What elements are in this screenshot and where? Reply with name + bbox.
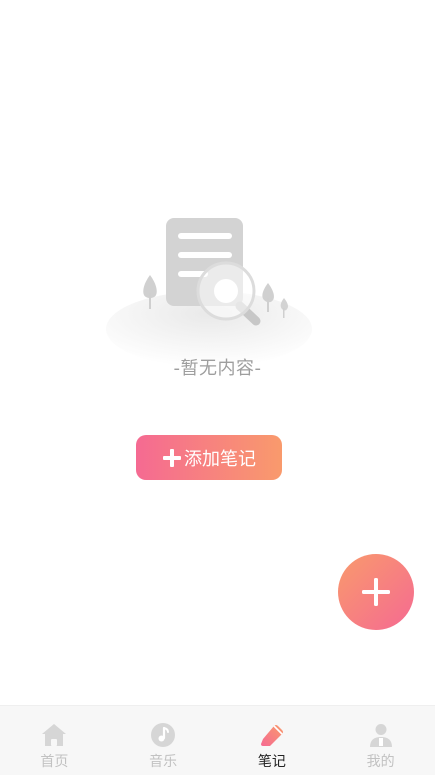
tab-home-label: 首页 (40, 754, 69, 770)
empty-state-text: -暂无内容- (173, 358, 262, 379)
notes-screen: -暂无内容- 添加笔记 首页 音乐 笔记 我的 (0, 0, 435, 775)
add-note-label: 添加笔记 (184, 448, 256, 470)
tab-profile[interactable]: 我的 (326, 706, 435, 775)
bottom-tab-bar: 首页 音乐 笔记 我的 (0, 705, 435, 775)
home-icon (42, 724, 67, 746)
tab-home[interactable]: 首页 (0, 706, 109, 775)
tab-music[interactable]: 音乐 (109, 706, 218, 775)
tab-notes[interactable]: 笔记 (218, 706, 327, 775)
empty-document-search-icon (106, 218, 312, 367)
add-note-button[interactable]: 添加笔记 (136, 435, 282, 480)
floating-add-button[interactable] (338, 554, 414, 630)
plus-icon (163, 448, 181, 467)
tab-notes-label: 笔记 (257, 754, 286, 770)
user-icon (369, 724, 392, 747)
plus-icon (362, 578, 390, 606)
tab-profile-label: 我的 (366, 754, 395, 770)
tab-music-label: 音乐 (149, 754, 178, 770)
pencil-icon (260, 725, 283, 746)
music-note-icon (151, 723, 176, 747)
